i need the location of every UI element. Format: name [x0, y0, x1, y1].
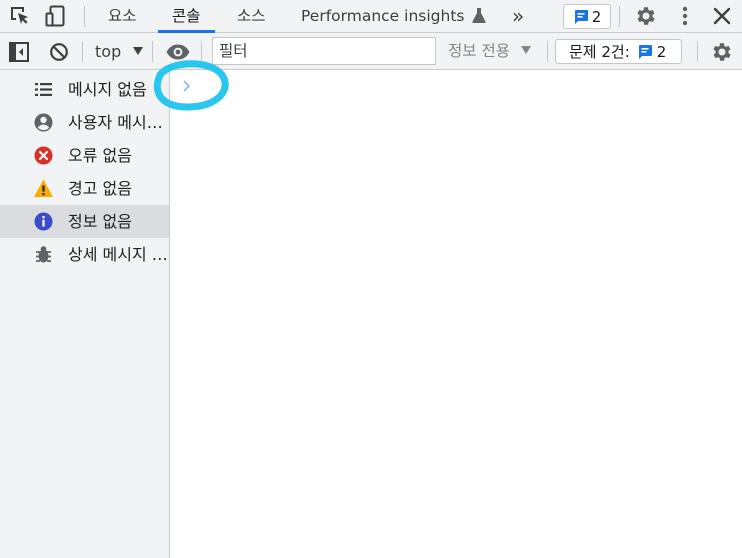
divider	[697, 41, 698, 62]
tab-sources[interactable]: 소스	[237, 0, 266, 32]
issues-counter-button[interactable]: 문제 2건: 2	[555, 39, 682, 64]
console-toolbar: top 정보 전용 문제 2건: 2	[0, 33, 742, 70]
log-levels-label: 정보 전용	[448, 42, 510, 60]
user-icon	[34, 113, 53, 132]
warning-icon	[34, 179, 53, 197]
devtools-tab-bar: 요소 콘솔 소스 Performance insights » 2	[0, 0, 742, 33]
issue-message-icon	[638, 44, 652, 59]
annotation-highlight-circle	[153, 60, 229, 111]
tab-console-label: 콘솔	[172, 7, 201, 25]
sidebar-item-user-messages[interactable]: 사용자 메시지 없음	[0, 106, 169, 139]
divider	[619, 6, 620, 27]
list-icon	[35, 83, 52, 96]
divider	[82, 41, 83, 62]
tab-performance-insights-label: Performance insights	[301, 7, 465, 25]
issues-badge-count: 2	[591, 7, 602, 26]
sidebar-item-info[interactable]: 정보 없음	[0, 205, 169, 238]
issues-badge[interactable]: 2	[563, 4, 611, 29]
sidebar-item-verbose[interactable]: 상세 메시지 없음	[0, 238, 169, 271]
tab-console[interactable]: 콘솔	[158, 0, 215, 33]
clear-console-icon[interactable]	[48, 41, 70, 63]
issue-message-icon	[574, 9, 588, 24]
sidebar-item-messages[interactable]: 메시지 없음	[0, 73, 169, 106]
sidebar-item-label: 상세 메시지 없음	[68, 245, 168, 264]
close-icon[interactable]	[710, 4, 734, 28]
filter-input[interactable]	[212, 37, 436, 65]
issues-counter-count: 2	[656, 42, 667, 61]
info-icon	[34, 212, 53, 231]
sidebar-item-label: 메시지 없음	[68, 80, 147, 99]
settings-gear-icon[interactable]	[634, 4, 658, 28]
dropdown-arrow-icon	[520, 46, 531, 54]
sidebar-item-warnings[interactable]: 경고 없음	[0, 172, 169, 205]
console-output[interactable]	[170, 70, 742, 558]
toggle-sidebar-icon[interactable]	[8, 41, 30, 63]
console-sidebar: 메시지 없음 사용자 메시지 없음 오류 없음 경고 없음 정보 없음	[0, 70, 170, 558]
console-settings-gear-icon[interactable]	[710, 40, 734, 64]
bug-icon	[36, 246, 51, 263]
log-levels-dropdown[interactable]: 정보 전용	[448, 33, 532, 70]
context-selector[interactable]: top	[95, 33, 144, 70]
sidebar-item-label: 정보 없음	[68, 212, 132, 231]
context-label: top	[95, 42, 122, 61]
inspect-element-icon[interactable]	[8, 4, 32, 28]
tab-elements[interactable]: 요소	[108, 0, 137, 32]
divider	[547, 41, 548, 62]
experiment-flask-icon	[472, 8, 487, 23]
more-tabs-icon[interactable]: »	[512, 0, 524, 32]
sidebar-item-errors[interactable]: 오류 없음	[0, 139, 169, 172]
sidebar-item-label: 오류 없음	[68, 146, 132, 165]
dropdown-arrow-icon	[133, 47, 144, 55]
device-toolbar-icon[interactable]	[44, 4, 68, 28]
issues-counter-label: 문제 2건:	[569, 43, 630, 61]
error-icon	[34, 146, 53, 165]
divider	[84, 6, 85, 27]
tab-performance-insights[interactable]: Performance insights	[301, 0, 487, 32]
more-options-icon[interactable]	[673, 4, 697, 28]
sidebar-item-label: 경고 없음	[68, 179, 132, 198]
